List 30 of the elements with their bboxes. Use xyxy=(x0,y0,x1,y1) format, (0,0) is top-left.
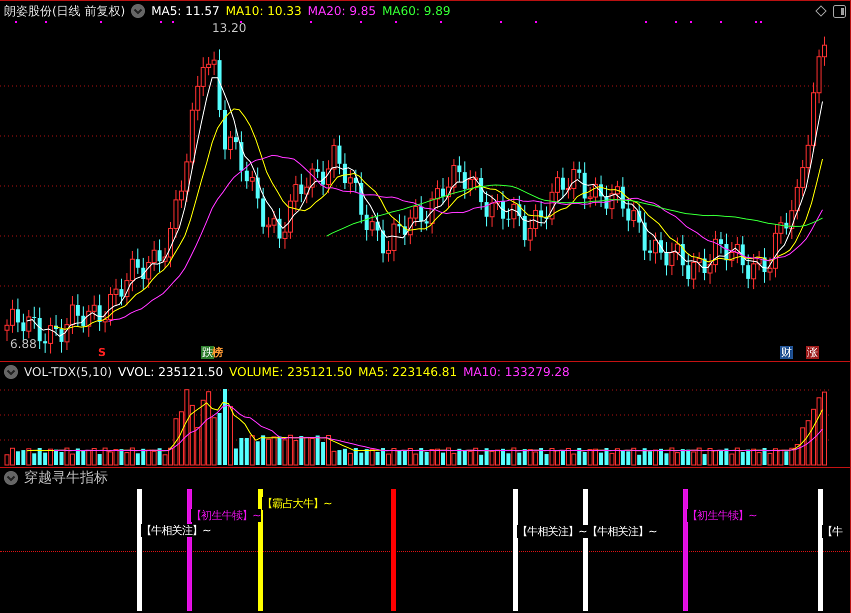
stock-title: 朗姿股份(日线 前复权) xyxy=(4,2,126,20)
signal-label: 【牛 xyxy=(822,525,842,538)
chevron-down-icon[interactable] xyxy=(4,471,18,485)
diamond-icon[interactable] xyxy=(815,5,827,17)
signal-label: 【牛相关注】~ xyxy=(517,525,587,538)
chart-marker[interactable]: 涨 xyxy=(806,346,819,359)
volume-value: VVOL: 235121.50 xyxy=(118,365,224,379)
chart-marker[interactable]: 跌 xyxy=(201,346,214,359)
volume-value: MA5: 223146.81 xyxy=(358,365,458,379)
volume-value: VOLUME: 235121.50 xyxy=(229,365,352,379)
volume-title: VOL-TDX(5,10) xyxy=(24,365,112,379)
signal-label: 【初生牛犊】~ xyxy=(687,509,757,522)
low-price-label: 6.88 xyxy=(10,337,37,351)
chevron-down-icon[interactable] xyxy=(131,4,146,18)
signal-label: 【初生牛犊】~ xyxy=(191,509,261,522)
chart-marker[interactable]: 财 xyxy=(780,346,793,359)
signal-label: 【霸占大牛】~ xyxy=(262,497,332,510)
panel-toggle-icon[interactable] xyxy=(833,4,846,18)
moving-average-value: MA20: 9.85 xyxy=(308,4,376,18)
volume-value: MA10: 133279.28 xyxy=(463,365,570,379)
moving-average-value: MA10: 10.33 xyxy=(226,4,302,18)
signal-label: 【牛相关注】~ xyxy=(587,525,657,538)
chart-marker[interactable]: S xyxy=(97,346,107,359)
chart-marker[interactable]: 榜 xyxy=(211,346,224,359)
indicator-title: 穿越寻牛指标 xyxy=(24,469,108,487)
moving-average-value: MA60: 9.89 xyxy=(382,4,450,18)
chevron-down-icon[interactable] xyxy=(4,365,18,379)
moving-average-value: MA5: 11.57 xyxy=(151,4,220,18)
signal-label: 【牛相关注】~ xyxy=(141,524,211,537)
high-price-label: 13.20 xyxy=(212,21,246,35)
